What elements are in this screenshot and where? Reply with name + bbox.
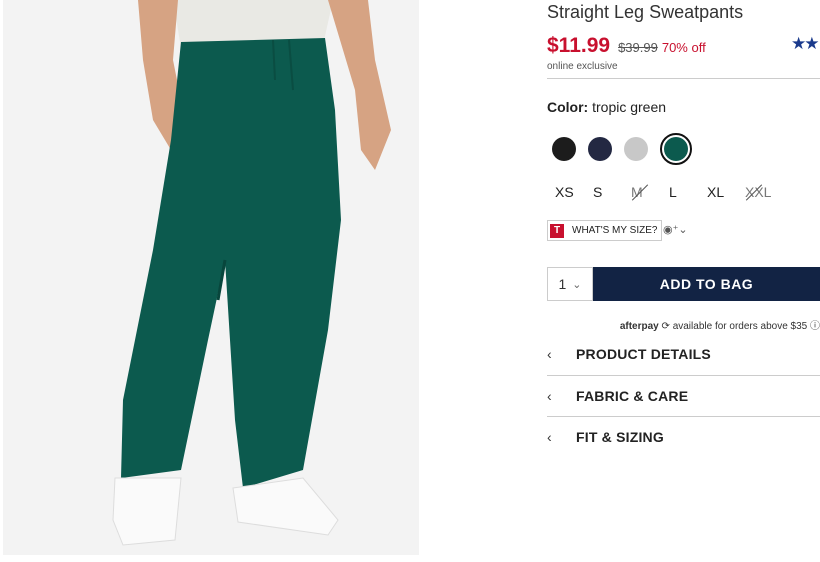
size-xl[interactable]: XL: [707, 184, 745, 200]
accordion-label: PRODUCT DETAILS: [576, 346, 711, 362]
chevron-left-icon: ‹: [547, 346, 552, 362]
rating-stars-icon[interactable]: ★★: [791, 34, 820, 54]
swatch-light-gray[interactable]: [624, 137, 648, 161]
chevron-left-icon: ‹: [547, 429, 552, 445]
quantity-select[interactable]: 1 ⌄: [547, 267, 593, 301]
info-icon[interactable]: ⓘ: [810, 321, 820, 332]
product-title: Straight Leg Sweatpants: [547, 2, 744, 22]
add-to-bag-button[interactable]: ADD TO BAG: [593, 267, 820, 301]
price-row: $11.99 $39.99 70% off: [547, 34, 706, 58]
color-label-prefix: Color:: [547, 99, 589, 115]
afterpay-notice: afterpay ⟳ available for orders above $3…: [620, 317, 820, 332]
quantity-value: 1: [558, 276, 567, 292]
chevron-left-icon: ‹: [547, 388, 552, 404]
sale-price: $11.99: [547, 34, 611, 57]
discount-badge: 70% off: [661, 40, 706, 55]
swatch-fill: [664, 137, 688, 161]
chevron-down-icon: ⌄: [572, 278, 582, 291]
people-dropdown-icon[interactable]: ◉⁺⌄: [663, 223, 688, 236]
color-label: Color: tropic green: [547, 99, 666, 115]
afterpay-arrow-icon: ⟳: [661, 321, 670, 332]
accordion-fit-sizing[interactable]: ‹ FIT & SIZING: [547, 417, 820, 457]
whats-my-size-button[interactable]: T WHAT'S MY SIZE?: [547, 220, 663, 241]
size-m-unavailable[interactable]: M: [631, 184, 669, 200]
size-xxl-unavailable[interactable]: XXL: [745, 184, 787, 200]
size-s[interactable]: S: [593, 184, 631, 200]
accordion-product-details[interactable]: ‹ PRODUCT DETAILS: [547, 334, 820, 374]
size-l[interactable]: L: [669, 184, 707, 200]
color-swatches: [552, 133, 692, 165]
swatch-navy[interactable]: [588, 137, 612, 161]
size-xs[interactable]: XS: [555, 184, 593, 200]
size-selector: XS S M L XL XXL: [555, 184, 787, 200]
product-image: [3, 0, 419, 555]
afterpay-logo: afterpay: [619, 321, 659, 332]
accordion-fabric-care[interactable]: ‹ FABRIC & CARE: [547, 376, 820, 416]
accordion-label: FABRIC & CARE: [576, 388, 689, 404]
online-exclusive-label: online exclusive: [547, 61, 618, 72]
swatch-tropic-green[interactable]: [660, 133, 692, 165]
accordion-label: FIT & SIZING: [576, 429, 664, 445]
sweatpants-illustration: [3, 0, 419, 555]
divider: [547, 78, 820, 79]
original-price: $39.99: [618, 40, 658, 55]
product-panel: Straight Leg Sweatpants $11.99 $39.99 70…: [547, 0, 820, 562]
whats-my-size-label: WHAT'S MY SIZE?: [572, 225, 658, 236]
selected-color-name: tropic green: [592, 99, 667, 115]
true-fit-logo-icon: T: [550, 223, 564, 238]
afterpay-text: available for orders above $35: [672, 321, 808, 332]
swatch-black[interactable]: [552, 137, 576, 161]
